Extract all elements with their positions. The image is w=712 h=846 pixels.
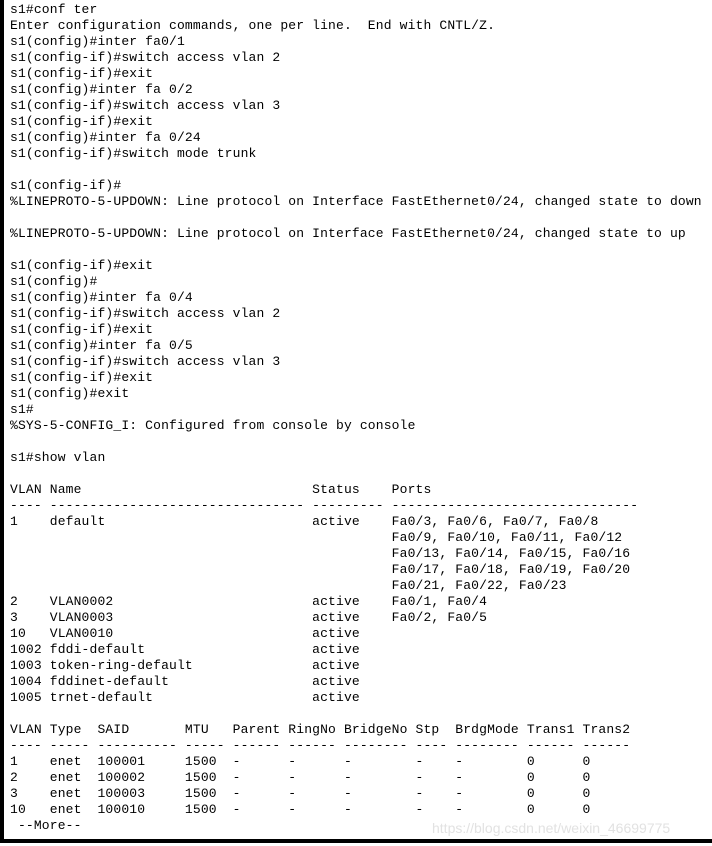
console-line: s1(config-if)#exit — [10, 66, 154, 81]
console-line: s1(config-if)#switch mode trunk — [10, 146, 257, 161]
console-line: Fa0/21, Fa0/22, Fa0/23 — [10, 578, 567, 593]
console-line: s1(config)#exit — [10, 386, 130, 401]
console-line: 1 enet 100001 1500 - - - - - 0 0 — [10, 754, 591, 769]
console-line: 2 enet 100002 1500 - - - - - 0 0 — [10, 770, 591, 785]
console-line: s1(config-if)#switch access vlan 3 — [10, 98, 281, 113]
console-line: s1(config-if)#switch access vlan 2 — [10, 306, 281, 321]
console-line: s1#show vlan — [10, 450, 106, 465]
console-line: s1(config-if)#switch access vlan 3 — [10, 354, 281, 369]
console-line: 2 VLAN0002 active Fa0/1, Fa0/4 — [10, 594, 488, 609]
console-line: s1(config-if)#exit — [10, 114, 154, 129]
console-line: Fa0/17, Fa0/18, Fa0/19, Fa0/20 — [10, 562, 631, 577]
console-line: s1(config-if)#exit — [10, 258, 154, 273]
console-line: 1004 fddinet-default active — [10, 674, 360, 689]
console-line: VLAN Name Status Ports — [10, 482, 432, 497]
console-line: %SYS-5-CONFIG_I: Configured from console… — [10, 418, 416, 433]
console-line: s1# — [10, 402, 34, 417]
console-line: 1003 token-ring-default active — [10, 658, 360, 673]
terminal-window[interactable]: https://blog.csdn.net/weixin_46699775 s1… — [0, 0, 712, 846]
console-line: s1(config)#inter fa 0/24 — [10, 130, 201, 145]
console-line: s1(config-if)#switch access vlan 2 — [10, 50, 281, 65]
console-line: ---- -------------------------------- --… — [10, 498, 639, 513]
console-line: 10 enet 100010 1500 - - - - - 0 0 — [10, 802, 591, 817]
console-line: VLAN Type SAID MTU Parent RingNo BridgeN… — [10, 722, 631, 737]
console-line: s1(config)# — [10, 274, 98, 289]
console-line: Fa0/9, Fa0/10, Fa0/11, Fa0/12 — [10, 530, 623, 545]
console-line: 3 enet 100003 1500 - - - - - 0 0 — [10, 786, 591, 801]
console-line: s1#conf ter — [10, 2, 98, 17]
console-line: Fa0/13, Fa0/14, Fa0/15, Fa0/16 — [10, 546, 631, 561]
console-output[interactable]: s1#conf ter Enter configuration commands,… — [0, 0, 712, 834]
console-line: s1(config-if)# — [10, 178, 122, 193]
console-line: 1 default active Fa0/3, Fa0/6, Fa0/7, Fa… — [10, 514, 599, 529]
console-line: s1(config)#inter fa 0/4 — [10, 290, 193, 305]
console-line: s1(config-if)#exit — [10, 370, 154, 385]
console-line: 10 VLAN0010 active — [10, 626, 360, 641]
console-line: 1002 fddi-default active — [10, 642, 360, 657]
console-line: 3 VLAN0003 active Fa0/2, Fa0/5 — [10, 610, 488, 625]
console-line: --More-- — [10, 818, 82, 833]
console-line: 1005 trnet-default active — [10, 690, 360, 705]
console-line: s1(config)#inter fa 0/2 — [10, 82, 193, 97]
console-line: %LINEPROTO-5-UPDOWN: Line protocol on In… — [10, 194, 702, 209]
console-line: s1(config-if)#exit — [10, 322, 154, 337]
console-line: s1(config)#inter fa 0/5 — [10, 338, 193, 353]
console-line: %LINEPROTO-5-UPDOWN: Line protocol on In… — [10, 226, 686, 241]
console-line: Enter configuration commands, one per li… — [10, 18, 496, 33]
console-line: s1(config)#inter fa0/1 — [10, 34, 185, 49]
console-line: ---- ----- ---------- ----- ------ -----… — [10, 738, 631, 753]
